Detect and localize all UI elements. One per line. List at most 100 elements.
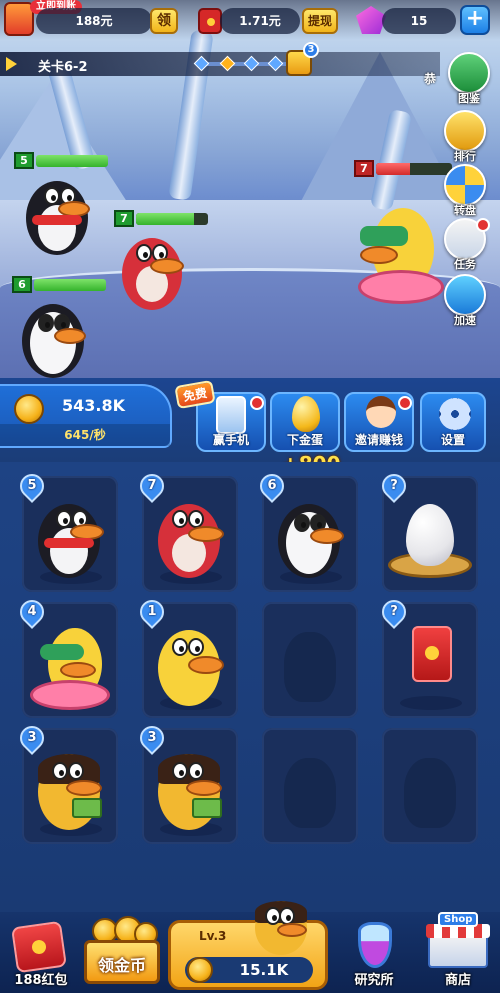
enemy-hp-bar xyxy=(376,163,452,175)
envelope-seal xyxy=(425,646,439,660)
collect-coins-button[interactable]: 领金币 xyxy=(80,916,164,990)
ally-level-tag: 7 xyxy=(114,210,134,227)
gems-display: 15 xyxy=(382,8,456,34)
red-duck-ally xyxy=(118,232,186,312)
side-btn-speed[interactable]: 加速 xyxy=(442,274,488,328)
panda-penguin-ally xyxy=(18,298,88,380)
wallet-display: 1.71元 xyxy=(220,8,300,34)
stage-label: 关卡6-2 xyxy=(38,60,88,75)
ally-level-tag: 6 xyxy=(12,276,32,293)
grid-cell-empty[interactable] xyxy=(382,728,478,844)
level-text: 7 xyxy=(147,478,157,493)
gems-count: 15 xyxy=(410,14,428,28)
ally-hp-bar xyxy=(34,279,106,291)
action-label: 下金蛋 xyxy=(286,433,323,447)
hp-fill xyxy=(34,279,106,291)
level-text: 1 xyxy=(147,604,157,619)
notification-dot xyxy=(250,396,264,410)
action-label: 邀请赚钱 xyxy=(354,433,403,447)
panda-penguin-unit xyxy=(274,498,346,582)
wallet-amount: 1.71元 xyxy=(239,14,281,28)
envelope-seal xyxy=(31,939,47,955)
bandit-duck-unit xyxy=(154,748,230,834)
bottom-label: 研究所 xyxy=(354,973,394,988)
bandit-duck-icon xyxy=(251,897,311,955)
side-btn-codex[interactable]: 图鉴 xyxy=(446,52,492,106)
wheel-icon xyxy=(444,164,486,206)
side-btn-rank[interactable]: 排行 xyxy=(442,110,488,164)
action-label: 赢手机 xyxy=(212,433,249,447)
coin-total: 543.8K xyxy=(62,396,126,415)
trophy-icon xyxy=(444,110,486,152)
buy-unit-button[interactable]: Lv.3 15.1K xyxy=(168,901,328,990)
boy-face-icon xyxy=(366,396,396,428)
speed-icon xyxy=(444,274,486,316)
book-icon xyxy=(448,52,490,94)
bottom-label: 商店 xyxy=(444,973,471,988)
coin-icon xyxy=(187,957,213,983)
cash-display: 188元 xyxy=(36,8,152,34)
grid-cell-empty[interactable] xyxy=(262,728,358,844)
yellow-duck-unit xyxy=(154,624,226,708)
hp-fill xyxy=(136,213,194,225)
ally-level-tag: 5 xyxy=(14,152,34,169)
coin-icon xyxy=(14,394,44,424)
add-gems-button[interactable]: + xyxy=(460,5,490,35)
redpacket-button[interactable]: 188红包 xyxy=(6,920,76,990)
side-btn-label: 转盘 xyxy=(454,204,476,217)
shop-sign: Shop xyxy=(438,912,479,927)
egg-icon xyxy=(406,504,454,566)
buy-cost: 15.1K xyxy=(239,961,289,979)
side-btn-label: 加速 xyxy=(454,314,476,327)
chest-count-badge: 3 xyxy=(303,42,319,58)
cell-base xyxy=(400,696,462,710)
side-char: 恭 xyxy=(424,72,437,86)
level-text: ? xyxy=(390,478,398,493)
play-icon xyxy=(6,57,17,71)
redpacket-icon xyxy=(198,8,222,34)
side-btn-label: 任务 xyxy=(454,258,476,271)
cash-amount: 188元 xyxy=(75,14,113,28)
swim-duck-enemy xyxy=(352,200,446,318)
withdraw-button[interactable]: 提现 xyxy=(302,8,338,34)
empty-slot-silhouette xyxy=(284,758,336,828)
level-text: 3 xyxy=(27,730,37,745)
research-button[interactable]: 研究所 xyxy=(336,918,412,990)
coin-panel: 543.8K 645/秒 xyxy=(0,384,172,448)
golden-egg-button[interactable]: 下金蛋 xyxy=(270,392,340,452)
battle-scene: 5 7 6 7 立即到账 188元 领 1.71元 提现 15 + 关卡6-2 … xyxy=(0,0,500,392)
enemy-level-tag: 7 xyxy=(354,160,374,177)
side-btn-label: 排行 xyxy=(454,150,476,163)
hp-fill xyxy=(36,155,108,167)
level-text: 3 xyxy=(147,730,157,745)
notification-dot xyxy=(476,218,490,232)
penguin-red-scarf-unit xyxy=(34,498,106,582)
level-text: ? xyxy=(390,604,398,619)
coin-rate: 645/秒 xyxy=(0,424,170,446)
side-btn-label: 图鉴 xyxy=(458,92,480,105)
ally-hp-bar xyxy=(36,155,108,167)
level-text: 4 xyxy=(27,604,37,619)
settings-button[interactable]: 设置 xyxy=(420,392,486,452)
flask-icon xyxy=(358,922,392,968)
hp-fill xyxy=(376,163,411,175)
swim-duck-unit xyxy=(30,622,112,714)
shop-button[interactable]: Shop 商店 xyxy=(420,912,496,990)
claim-button[interactable]: 领 xyxy=(150,8,178,34)
buy-level: Lv.3 xyxy=(199,929,227,943)
ally-hp-bar xyxy=(136,213,208,225)
level-text: 5 xyxy=(27,478,37,493)
bottom-label: 188红包 xyxy=(14,973,68,988)
gear-icon xyxy=(439,398,471,430)
level-text: 6 xyxy=(267,478,277,493)
red-envelope-icon xyxy=(412,626,452,682)
grid-cell-empty[interactable] xyxy=(262,602,358,718)
empty-slot-silhouette xyxy=(284,632,336,702)
empty-slot-silhouette xyxy=(404,758,456,828)
bandit-duck-unit xyxy=(34,748,110,834)
phone-icon xyxy=(216,396,246,434)
penguin-red-scarf-ally xyxy=(22,175,92,257)
action-label: 设置 xyxy=(440,433,465,447)
red-duck-unit xyxy=(154,496,226,582)
side-btn-wheel[interactable]: 转盘 xyxy=(442,164,488,218)
